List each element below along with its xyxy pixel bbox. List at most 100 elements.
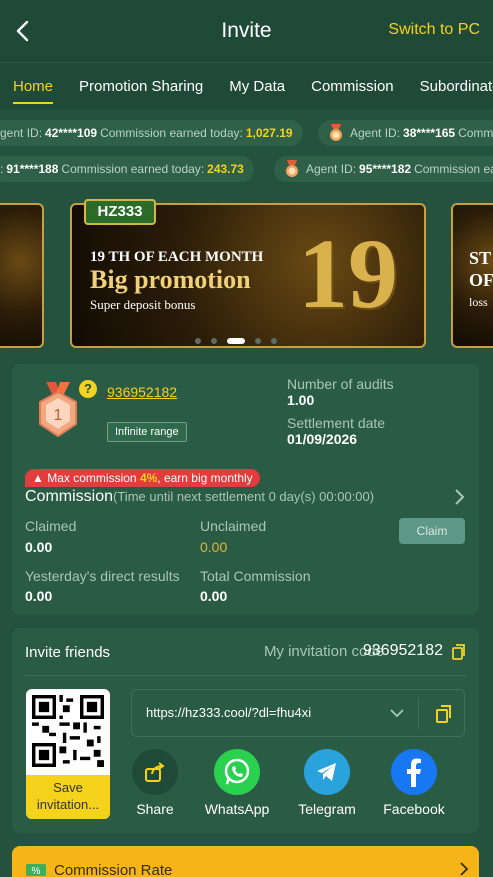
ticker-prefix: Agent ID: <box>350 126 401 140</box>
ticker-item: : 91****188 Commission earned today: 243… <box>0 156 254 182</box>
banner-big-number: 19 <box>298 218 398 329</box>
switch-to-pc-link[interactable]: Switch to PC <box>388 21 480 39</box>
medal-icon <box>286 160 298 177</box>
banner-line2: Big promotion <box>90 265 251 294</box>
banner-line1: 19 TH OF EACH MONTH <box>90 249 264 265</box>
help-icon[interactable]: ? <box>79 380 97 398</box>
ticker-prefix: : <box>0 162 4 176</box>
qr-code <box>32 695 104 767</box>
svg-text:1: 1 <box>54 407 63 424</box>
carousel-dot[interactable] <box>255 338 261 344</box>
ticker-amount: 1,027.19 <box>245 126 293 140</box>
agent-commission-card: 1 ? 936952182 Infinite range Number of a… <box>12 364 479 615</box>
top-bar: Invite Switch to PC <box>0 0 493 62</box>
invite-link-field[interactable]: https://hz333.cool/?dl=fhu4xi <box>131 689 465 737</box>
copy-code-icon[interactable] <box>452 644 466 660</box>
banner-slide-prev[interactable] <box>0 203 44 348</box>
ticker-agent-id: 91****188 <box>6 162 59 176</box>
banner-slide-next[interactable]: ST OF loss <box>451 203 493 348</box>
claimed-label: Claimed <box>25 518 77 534</box>
tab-promotion-sharing[interactable]: Promotion Sharing <box>79 63 203 110</box>
audits-value: 1.00 <box>287 392 315 408</box>
settlement-value: 01/09/2026 <box>287 431 358 447</box>
chevron-right-icon[interactable] <box>453 488 465 506</box>
svg-text:%: % <box>32 866 41 877</box>
range-badge: Infinite range <box>107 422 187 442</box>
unclaimed-label: Unclaimed <box>200 518 267 534</box>
carousel-dot[interactable] <box>195 338 201 344</box>
brand-logo: HZ333 <box>84 199 156 225</box>
unclaimed-value: 0.00 <box>200 539 228 555</box>
ticker-text: Commission earned today: <box>100 126 243 140</box>
ticker-prefix: Agent ID: <box>306 162 357 176</box>
settlement-countdown: (Time until next settlement 0 day(s) 00:… <box>113 489 375 504</box>
facebook-button[interactable]: Facebook <box>378 749 450 817</box>
invite-link-text: https://hz333.cool/?dl=fhu4xi <box>146 705 312 720</box>
yesterday-value: 0.00 <box>25 588 53 604</box>
carousel-dot[interactable] <box>271 338 277 344</box>
back-arrow-icon[interactable] <box>12 18 36 44</box>
ticker-row: Agent ID: 42****109 Commission earned to… <box>0 120 493 150</box>
carousel-dot[interactable] <box>211 338 217 344</box>
facebook-label: Facebook <box>383 801 445 817</box>
whatsapp-button[interactable]: WhatsApp <box>202 749 272 817</box>
save-invitation-button[interactable]: Save invitation... <box>26 775 110 819</box>
invitation-code: 936952182 <box>362 642 443 659</box>
tab-subordinate[interactable]: Subordinate D <box>420 63 493 110</box>
total-commission-value: 0.00 <box>200 588 228 604</box>
max-commission-badge: ▲ Max commission 4%, earn big monthly <box>25 469 260 487</box>
ticker-text: Comm <box>458 126 493 140</box>
tab-bar: Home Promotion Sharing My Data Commissio… <box>0 62 493 109</box>
whatsapp-icon <box>214 749 260 795</box>
yesterday-label: Yesterday's direct results <box>25 568 180 584</box>
share-label: Share <box>136 801 174 817</box>
facebook-icon <box>391 749 437 795</box>
telegram-label: Telegram <box>298 801 356 817</box>
carousel-dots <box>195 338 277 344</box>
commission-rate-bar[interactable]: % Commission Rate <box>12 846 479 877</box>
ticker-prefix: Agent ID: <box>0 126 43 140</box>
ticker-agent-id: 95****182 <box>359 162 412 176</box>
share-button[interactable]: Share <box>132 749 178 817</box>
claimed-value: 0.00 <box>25 539 53 555</box>
commission-rate-label: Commission Rate <box>54 862 173 877</box>
commission-title[interactable]: Commission(Time until next settlement 0 … <box>25 488 374 506</box>
ticker-item: Agent ID: 38****165 Comm <box>318 120 493 146</box>
invite-friends-card: Invite friends My invitation code 936952… <box>12 628 479 833</box>
chevron-right-icon <box>460 862 469 876</box>
banner-next-text: ST OF loss <box>469 248 493 309</box>
flame-icon: ▲ <box>32 471 44 485</box>
ticker-agent-id: 38****165 <box>403 126 456 140</box>
ticker-agent-id: 42****109 <box>45 126 98 140</box>
total-commission-label: Total Commission <box>200 568 311 584</box>
share-icon <box>132 749 178 795</box>
claim-button[interactable]: Claim <box>399 518 465 544</box>
ticker-text: Commission earned today: <box>61 162 205 176</box>
agent-user-id[interactable]: 936952182 <box>107 384 177 400</box>
medal-icon <box>330 124 342 141</box>
banner-line3: Super deposit bonus <box>90 297 196 312</box>
tab-commission[interactable]: Commission <box>311 63 394 110</box>
ticker-item: Agent ID: 42****109 Commission earned to… <box>0 120 303 146</box>
carousel-dot-active[interactable] <box>227 338 245 344</box>
divider <box>25 675 466 676</box>
telegram-icon <box>304 749 350 795</box>
settlement-label: Settlement date <box>287 415 386 431</box>
promo-carousel[interactable]: 19 TH OF EACH MONTH Big promotion Super … <box>0 195 493 355</box>
ticker-item: Agent ID: 95****182 Commission ea <box>274 156 493 182</box>
tab-home[interactable]: Home <box>13 63 54 110</box>
chevron-down-icon[interactable] <box>390 708 404 718</box>
telegram-button[interactable]: Telegram <box>292 749 362 817</box>
copy-link-icon[interactable] <box>436 705 452 723</box>
ticker-row: : 91****188 Commission earned today: 243… <box>0 156 493 186</box>
tab-my-data[interactable]: My Data <box>229 63 285 110</box>
ticker-text: Commission ea <box>414 162 493 176</box>
qr-code-box: Save invitation... <box>26 689 110 819</box>
page-title: Invite <box>221 19 272 42</box>
level-medal-icon: 1 <box>39 382 77 438</box>
percent-icon: % <box>26 864 46 877</box>
audits-label: Number of audits <box>287 376 394 392</box>
divider <box>418 698 419 730</box>
whatsapp-label: WhatsApp <box>204 801 270 817</box>
invite-title: Invite friends <box>25 644 111 661</box>
